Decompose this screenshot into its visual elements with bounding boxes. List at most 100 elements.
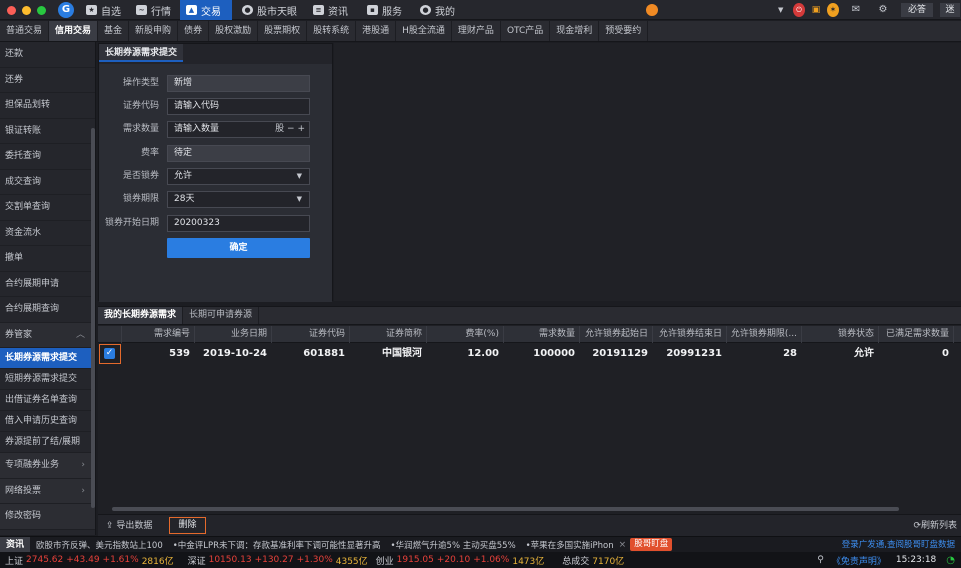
tab-equity-incentive[interactable]: 股权激励 (209, 21, 259, 41)
sidebar-item-extension-query[interactable]: 合约展期查询 (0, 297, 95, 323)
search-icon[interactable]: ⚲ (809, 555, 832, 565)
tab-cash-plus[interactable]: 现金增利 (550, 21, 600, 41)
sidebar-item-delivery-query[interactable]: 交割单查询 (0, 195, 95, 221)
sidebar-item-special-lending[interactable]: 专项融券业务 › (0, 453, 95, 479)
tab-bond[interactable]: 债券 (178, 21, 210, 41)
refresh-list-button[interactable]: ⟳刷新列表 (913, 518, 957, 534)
tab-hk-connect[interactable]: 港股通 (356, 21, 397, 41)
header-lock-start[interactable]: 允许锁券起始日 (580, 326, 653, 343)
disclaimer-link[interactable]: 《免责声明》 (832, 554, 896, 567)
header-fulfilled-quantity[interactable]: 已满足需求数量 (879, 326, 954, 343)
header-lock-status[interactable]: 锁券状态 (802, 326, 879, 343)
news-item[interactable]: •中金评LPR未下调：存款基准利率下调可能性显著升高 (163, 539, 381, 551)
header-business-date[interactable]: 业务日期 (195, 326, 272, 343)
header-fee-rate[interactable]: 费率(%) (427, 326, 504, 343)
news-item[interactable]: •华润燃气升逾5% 主动买盘55% (381, 539, 516, 551)
index-name-cy[interactable]: 创业 (368, 554, 394, 567)
lock-icon[interactable]: ▣ (810, 3, 822, 17)
header-request-id[interactable]: 需求编号 (122, 326, 195, 343)
coin-icon[interactable]: ✶ (827, 3, 839, 17)
header-lock-end[interactable]: 允许锁券结束日 (653, 326, 727, 343)
delete-button[interactable]: 删除 (169, 517, 206, 534)
sidebar-item-early-settle[interactable]: 券源提前了结/展期 (0, 432, 95, 453)
nav-trade[interactable]: ▲ 交易 (180, 0, 232, 20)
tab-otc[interactable]: OTC产品 (501, 21, 551, 41)
login-prompt-link[interactable]: 登录广发通,查阅股哥盯盘数据 (835, 537, 961, 552)
table-row[interactable]: ✓ 539 2019-10-24 601881 中国银河 12.00 10000… (98, 344, 961, 364)
header-lock-period[interactable]: 允许锁券期限(... (727, 326, 802, 343)
mail-icon[interactable]: ✉ (849, 3, 863, 17)
power-icon[interactable]: ⏻ (793, 3, 805, 17)
tab-h-share[interactable]: H股全流通 (396, 21, 452, 41)
mini-mode-button[interactable]: 迷 (940, 3, 960, 17)
sidebar-item-return-securities[interactable]: 还券 (0, 68, 95, 93)
sidebar-item-repay[interactable]: 还款 (0, 42, 95, 68)
maximize-window-button[interactable] (37, 6, 46, 15)
sidebar-item-lend-list-query[interactable]: 出借证券名单查询 (0, 390, 95, 411)
stock-watch-badge[interactable]: 股哥盯盘 (630, 538, 673, 551)
plus-icon[interactable]: + (297, 124, 305, 134)
sidebar-item-collateral-transfer[interactable]: 担保品划转 (0, 93, 95, 119)
lock-select[interactable]: 允许 ▼ (167, 168, 310, 185)
sidebar-group-securities-manager[interactable]: 券管家 ︿ (0, 322, 95, 348)
quantity-stepper[interactable]: 请输入数量 股 − + (167, 121, 310, 138)
tab-ipo[interactable]: 新股申购 (129, 21, 179, 41)
header-stock-name[interactable]: 证券简称 (350, 326, 427, 343)
sidebar-scrollbar[interactable] (91, 128, 95, 508)
sidebar-item-short-term-request[interactable]: 短期券源需求提交 (0, 369, 95, 390)
news-item[interactable]: •苹果在多国实施iPhon (516, 539, 614, 551)
wifi-icon: ◔ (946, 554, 955, 566)
nav-mine[interactable]: ● 我的 (414, 0, 461, 20)
tab-available-long-term[interactable]: 长期可申请券源 (183, 307, 260, 324)
index-name-sh[interactable]: 上证 (0, 554, 23, 567)
minimize-window-button[interactable] (22, 6, 31, 15)
sidebar-item-bank-transfer[interactable]: 银证转账 (0, 119, 95, 144)
chevron-down-icon[interactable]: ▼ (778, 3, 783, 17)
minus-icon[interactable]: − (287, 124, 295, 134)
cell-quantity: 100000 (533, 348, 575, 359)
news-label[interactable]: 资讯 (0, 537, 31, 552)
index-price-cy: 1915.05 (396, 555, 434, 565)
form-tab-long-term-request[interactable]: 长期券源需求提交 (99, 44, 184, 62)
nav-favorites[interactable]: ★ 自选 (80, 0, 127, 20)
header-stock-code[interactable]: 证券代码 (272, 326, 350, 343)
export-data-button[interactable]: ⇪ 导出数据 (106, 518, 152, 534)
bida-button[interactable]: 必答 (901, 3, 933, 17)
close-icon[interactable]: × (614, 540, 627, 550)
tab-tender-offer[interactable]: 预受要约 (599, 21, 649, 41)
tab-wealth[interactable]: 理财产品 (452, 21, 501, 41)
nav-service[interactable]: ▪ 服务 (361, 0, 408, 20)
nav-market[interactable]: ~ 行情 (130, 0, 177, 20)
sidebar-item-cancel-order[interactable]: 撤单 (0, 246, 95, 272)
sidebar-item-online-voting[interactable]: 网络投票 › (0, 478, 95, 504)
sidebar-item-deal-query[interactable]: 成交查询 (0, 170, 95, 195)
lock-period-select[interactable]: 28天 ▼ (167, 191, 310, 208)
quantity-placeholder: 请输入数量 (174, 124, 220, 134)
sidebar-item-change-password[interactable]: 修改密码 (0, 504, 95, 530)
table-horizontal-scrollbar[interactable] (112, 507, 899, 511)
tab-fund[interactable]: 基金 (98, 21, 130, 41)
operation-type-label: 操作类型 (122, 78, 159, 88)
sidebar-item-order-query[interactable]: 委托查询 (0, 144, 95, 170)
tab-neeq[interactable]: 股转系统 (307, 21, 357, 41)
index-change-sz: +130.27 (254, 555, 294, 565)
sidebar-item-fund-flow[interactable]: 资金流水 (0, 221, 95, 246)
stock-code-input[interactable]: 请输入代码 (167, 98, 310, 115)
tab-my-long-term-requests[interactable]: 我的长期券源需求 (98, 307, 184, 324)
sidebar-item-long-term-request[interactable]: 长期券源需求提交 (0, 348, 95, 369)
sidebar-item-borrow-history[interactable]: 借入申请历史查询 (0, 411, 95, 432)
user-avatar-icon[interactable] (646, 4, 658, 16)
confirm-button[interactable]: 确定 (167, 238, 310, 258)
tab-stock-options[interactable]: 股票期权 (258, 21, 308, 41)
tab-normal-trade[interactable]: 普通交易 (0, 21, 50, 41)
header-quantity[interactable]: 需求数量 (504, 326, 580, 343)
nav-skyeye[interactable]: ● 股市天眼 (236, 0, 303, 20)
sidebar-item-extension-apply[interactable]: 合约展期申请 (0, 272, 95, 297)
settings-gear-icon[interactable]: ⚙ (876, 3, 890, 17)
news-item[interactable]: 欧股市齐反弹、美元指数站上100 (30, 539, 163, 551)
start-date-input[interactable]: 20200323 (167, 215, 310, 232)
index-name-sz[interactable]: 深证 (174, 554, 206, 567)
tab-credit-trade[interactable]: 信用交易 (49, 21, 99, 41)
nav-news[interactable]: ≡ 资讯 (307, 0, 354, 20)
close-window-button[interactable] (7, 6, 16, 15)
